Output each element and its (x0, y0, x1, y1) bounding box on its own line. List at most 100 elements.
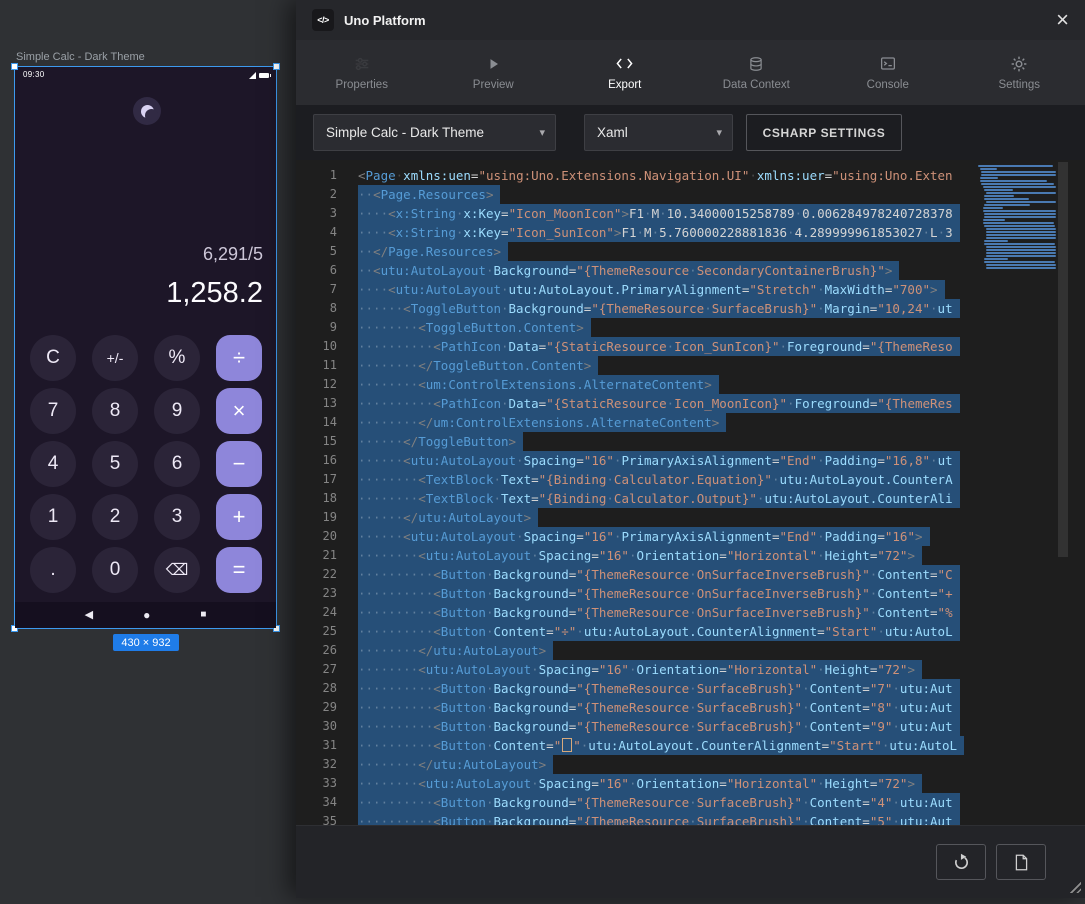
line-number: 24 (296, 603, 337, 622)
format-selector-dropdown[interactable]: Xaml ▾ (584, 114, 733, 151)
calc-button-clear[interactable]: C (30, 335, 76, 381)
code-line[interactable]: 1<Page·xmlns:uen="using:Uno.Extensions.N… (296, 166, 979, 185)
calc-button-digit-0[interactable]: 0 (92, 547, 138, 593)
code-line[interactable]: 8······<ToggleButton·Background="{ThemeR… (296, 299, 979, 318)
export-file-button[interactable] (996, 844, 1046, 880)
minimap-line (983, 210, 1056, 212)
code-line[interactable]: 23··········<Button·Background="{ThemeRe… (296, 584, 979, 603)
calc-button-multiply[interactable]: × (216, 388, 262, 434)
code-line[interactable]: 25··········<Button·Content="÷"·utu:Auto… (296, 622, 979, 641)
csharp-settings-button[interactable]: CSHARP SETTINGS (746, 114, 902, 151)
calc-button-backspace[interactable]: ⌫ (154, 547, 200, 593)
code-line[interactable]: 28··········<Button·Background="{ThemeRe… (296, 679, 979, 698)
calc-button-digit-4[interactable]: 4 (30, 441, 76, 487)
theme-toggle-button[interactable] (133, 97, 161, 125)
artboard-title[interactable]: Simple Calc - Dark Theme (16, 51, 145, 63)
code-line[interactable]: 31··········<Button·Content=""·utu:AutoL… (296, 736, 979, 755)
code-line[interactable]: 13··········<PathIcon·Data="{StaticResou… (296, 394, 979, 413)
calc-button-plus[interactable]: + (216, 494, 262, 540)
calc-button-equals[interactable]: = (216, 547, 262, 593)
code-line[interactable]: 9········<ToggleButton.Content> (296, 318, 979, 337)
minimap-line (983, 222, 1054, 224)
code-line[interactable]: 29··········<Button·Background="{ThemeRe… (296, 698, 979, 717)
minimap-line (984, 204, 1030, 206)
code-line[interactable]: 11········</ToggleButton.Content> (296, 356, 979, 375)
calc-button-digit-8[interactable]: 8 (92, 388, 138, 434)
tab-preview[interactable]: Preview (428, 40, 560, 105)
tab-properties[interactable]: Properties (296, 40, 428, 105)
calc-button-digit-5[interactable]: 5 (92, 441, 138, 487)
code-line[interactable]: 35··········<Button·Background="{ThemeRe… (296, 812, 979, 825)
calc-button-digit-2[interactable]: 2 (92, 494, 138, 540)
code-text: ··········<Button·Background="{ThemeReso… (358, 698, 960, 717)
code-line[interactable]: 18········<TextBlock·Text="{Binding·Calc… (296, 489, 979, 508)
scrollbar-thumb[interactable] (1058, 162, 1068, 557)
code-line[interactable]: 24··········<Button·Background="{ThemeRe… (296, 603, 979, 622)
editor-scrollbar[interactable] (1056, 160, 1070, 825)
calc-button-digit-6[interactable]: 6 (154, 441, 200, 487)
calc-button-divide[interactable]: ÷ (216, 335, 262, 381)
code-line[interactable]: 34 ··········<Button·Background="{ThemeRe… (296, 793, 979, 812)
code-line[interactable]: 19······</utu:AutoLayout> (296, 508, 979, 527)
code-editor[interactable]: 1<Page·xmlns:uen="using:Uno.Extensions.N… (296, 160, 1085, 825)
code-line[interactable]: 14········</um:ControlExtensions.Alterna… (296, 413, 979, 432)
code-text: ··········<Button·Background="{ThemeReso… (358, 584, 960, 603)
tab-export[interactable]: Export (559, 40, 691, 105)
calc-button-decimal[interactable]: . (30, 547, 76, 593)
refresh-button[interactable] (936, 844, 986, 880)
code-line[interactable]: 30··········<Button·Background="{ThemeRe… (296, 717, 979, 736)
window-title: Uno Platform (344, 13, 426, 28)
calc-button-digit-7[interactable]: 7 (30, 388, 76, 434)
calc-row: . 0 ⌫ = (30, 547, 262, 593)
code-line[interactable]: 16······<utu:AutoLayout·Spacing="16"·Pri… (296, 451, 979, 470)
minimap-line (980, 177, 998, 179)
code-line[interactable]: 5··</Page.Resources> (296, 242, 979, 261)
code-line[interactable]: 21········<utu:AutoLayout·Spacing="16"·O… (296, 546, 979, 565)
minimap[interactable] (978, 165, 1056, 270)
calc-button-digit-3[interactable]: 3 (154, 494, 200, 540)
line-number: 27 (296, 660, 337, 679)
page-selector-dropdown[interactable]: Simple Calc - Dark Theme ▾ (313, 114, 556, 151)
code-line[interactable]: 3····<x:String·x:Key="Icon_MoonIcon">F1·… (296, 204, 979, 223)
nav-home-button[interactable]: ● (143, 609, 150, 621)
selection-handle-top-right[interactable] (273, 63, 280, 70)
tab-console[interactable]: Console (822, 40, 954, 105)
code-line[interactable]: 6··<utu:AutoLayout·Background="{ThemeRes… (296, 261, 979, 280)
code-line[interactable]: 26········</utu:AutoLayout> (296, 641, 979, 660)
nav-recents-button[interactable]: ■ (200, 610, 206, 620)
calc-button-percent[interactable]: % (154, 335, 200, 381)
code-line[interactable]: 4····<x:String·x:Key="Icon_SunIcon">F1·M… (296, 223, 979, 242)
calc-button-plus-minus[interactable]: +/- (92, 335, 138, 381)
selection-handle-top-left[interactable] (11, 63, 18, 70)
close-button[interactable]: × (1056, 9, 1069, 31)
line-number: 34 (296, 793, 337, 812)
app-logo: </> (312, 9, 334, 31)
code-line[interactable]: 32 ········</utu:AutoLayout> (296, 755, 979, 774)
code-line[interactable]: 2··<Page.Resources> (296, 185, 979, 204)
code-line[interactable]: 27········<utu:AutoLayout·Spacing="16"·O… (296, 660, 979, 679)
artboard[interactable]: 09:30 6,291/5 1,258.2 C+/-%÷789×456−123+… (14, 66, 277, 629)
calc-button-digit-1[interactable]: 1 (30, 494, 76, 540)
line-number: 22 (296, 565, 337, 584)
code-text: ··········<Button·Background="{ThemeReso… (358, 679, 960, 698)
code-text: ········</utu:AutoLayout> (358, 755, 553, 774)
line-number: 32 (296, 755, 337, 774)
code-text: ··········<Button·Background="{ThemeReso… (358, 793, 960, 812)
minimap-line (981, 183, 1054, 185)
code-line[interactable]: 12········<um:ControlExtensions.Alternat… (296, 375, 979, 394)
code-text: ······</utu:AutoLayout> (358, 508, 538, 527)
tab-settings[interactable]: Settings (954, 40, 1085, 105)
minimap-line (984, 261, 1054, 263)
code-line[interactable]: 15······</ToggleButton> (296, 432, 979, 451)
calc-button-digit-9[interactable]: 9 (154, 388, 200, 434)
code-text: ········</um:ControlExtensions.Alternate… (358, 413, 726, 432)
code-line[interactable]: 7····<utu:AutoLayout·utu:AutoLayout.Prim… (296, 280, 979, 299)
calc-button-minus[interactable]: − (216, 441, 262, 487)
code-line[interactable]: 20······<utu:AutoLayout·Spacing="16"·Pri… (296, 527, 979, 546)
code-line[interactable]: 10··········<PathIcon·Data="{StaticResou… (296, 337, 979, 356)
tab-data-context[interactable]: Data Context (691, 40, 823, 105)
nav-back-button[interactable]: ◀ (85, 610, 93, 621)
code-line[interactable]: 22··········<Button·Background="{ThemeRe… (296, 565, 979, 584)
code-line[interactable]: 17········<TextBlock·Text="{Binding·Calc… (296, 470, 979, 489)
code-line[interactable]: 33········<utu:AutoLayout·Spacing="16"·O… (296, 774, 979, 793)
